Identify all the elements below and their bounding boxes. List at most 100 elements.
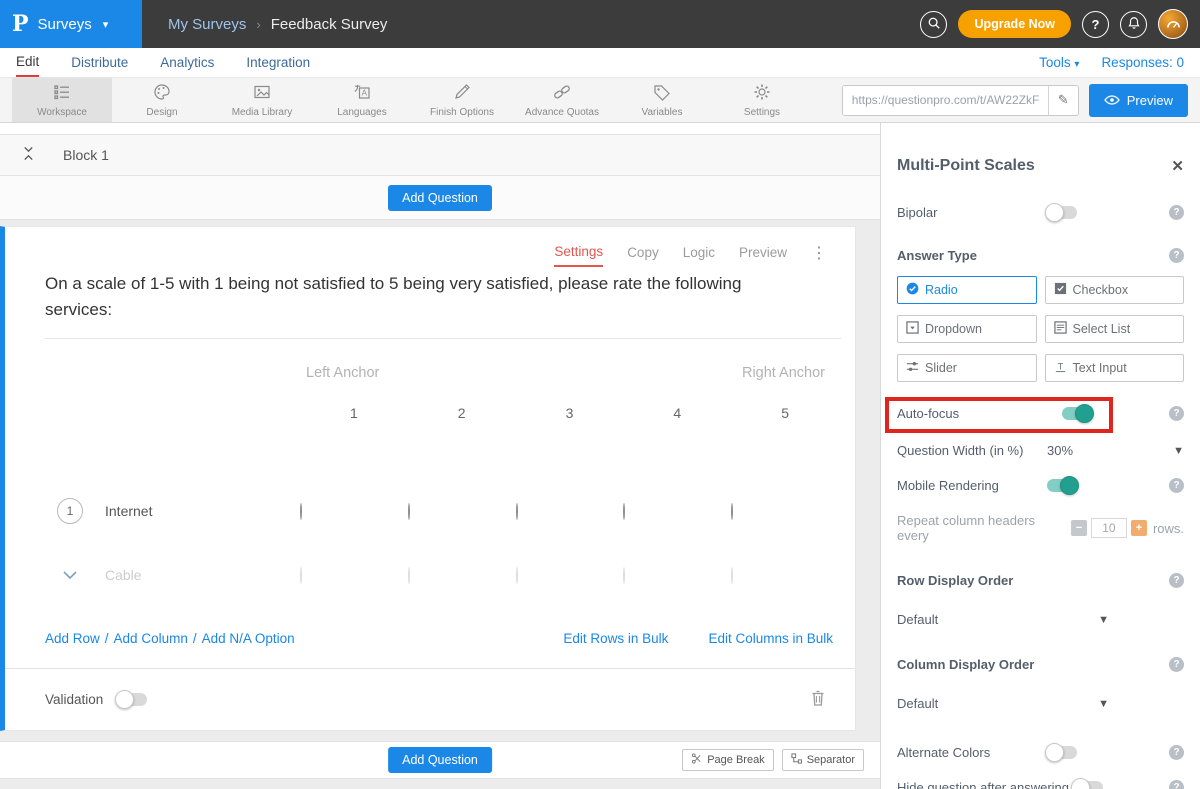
- answer-type-select-list[interactable]: Select List: [1045, 315, 1185, 343]
- answer-type-dropdown[interactable]: Dropdown: [897, 315, 1037, 343]
- upgrade-now-button[interactable]: Upgrade Now: [958, 10, 1071, 38]
- add-question-button-bottom[interactable]: Add Question: [388, 747, 492, 773]
- row-label[interactable]: Cable: [105, 567, 142, 583]
- row-label[interactable]: Internet: [105, 503, 152, 519]
- toolbar-item-workspace[interactable]: Workspace: [12, 78, 112, 122]
- trash-icon: [811, 690, 825, 709]
- question-tab-preview[interactable]: Preview: [739, 245, 787, 266]
- edit-columns-bulk-link[interactable]: Edit Columns in Bulk: [708, 631, 833, 646]
- mobile-rendering-toggle[interactable]: [1047, 479, 1077, 492]
- help-button[interactable]: ?: [1082, 11, 1109, 38]
- radio-option[interactable]: [516, 567, 518, 584]
- main-area: Block 1 Add Question Settings Copy Logic…: [0, 123, 1200, 789]
- toolbar-item-finish-options[interactable]: Finish Options: [412, 78, 512, 122]
- edit-url-button[interactable]: ✎: [1048, 86, 1078, 115]
- help-icon[interactable]: ?: [1169, 657, 1184, 672]
- row-display-order-select[interactable]: Default ▼: [897, 612, 1109, 627]
- preview-button[interactable]: Preview: [1089, 84, 1188, 117]
- toolbar-item-languages[interactable]: A Languages: [312, 78, 412, 122]
- add-question-button-top[interactable]: Add Question: [388, 185, 492, 211]
- toolbar-item-advance-quotas[interactable]: Advance Quotas: [512, 78, 612, 122]
- repeat-headers-input[interactable]: [1091, 518, 1127, 538]
- help-icon[interactable]: ?: [1169, 406, 1184, 421]
- toolbar-item-settings[interactable]: Settings: [712, 78, 812, 122]
- row-display-order-label: Row Display Order: [897, 573, 1013, 588]
- answer-type-checkbox[interactable]: Checkbox: [1045, 276, 1185, 304]
- answer-type-slider[interactable]: Slider: [897, 354, 1037, 382]
- toolbar-item-design[interactable]: Design: [112, 78, 212, 122]
- hide-question-toggle[interactable]: [1073, 781, 1103, 789]
- answer-type-label-text: Checkbox: [1073, 283, 1129, 297]
- chain-link-icon: [553, 83, 571, 104]
- row-expand-button[interactable]: [57, 571, 83, 579]
- help-icon[interactable]: ?: [1169, 573, 1184, 588]
- add-row-link[interactable]: Add Row: [45, 631, 100, 646]
- radio-option[interactable]: [516, 503, 518, 520]
- question-tab-copy[interactable]: Copy: [627, 245, 659, 266]
- app-logo-menu[interactable]: P Surveys ▾: [0, 0, 142, 48]
- delete-question-button[interactable]: [811, 690, 825, 709]
- answer-type-text-input[interactable]: T Text Input: [1045, 354, 1185, 382]
- radio-option[interactable]: [731, 503, 733, 520]
- avatar[interactable]: [1158, 9, 1188, 39]
- search-button[interactable]: [920, 11, 947, 38]
- bipolar-toggle[interactable]: [1047, 206, 1077, 219]
- survey-url-input[interactable]: [843, 86, 1048, 115]
- radio-option[interactable]: [408, 567, 410, 584]
- chevron-down-icon[interactable]: ▼: [1173, 445, 1184, 457]
- tab-integration[interactable]: Integration: [246, 48, 310, 77]
- add-column-link[interactable]: Add Column: [114, 631, 188, 646]
- question-menu-icon[interactable]: ⋮: [811, 243, 827, 267]
- question-divider: [45, 338, 841, 339]
- question-width-row[interactable]: Question Width (in %) 30% ▼: [897, 443, 1184, 458]
- hide-question-label: Hide question after answering: [897, 780, 1073, 789]
- radio-option[interactable]: [300, 567, 302, 584]
- question-tab-logic[interactable]: Logic: [683, 245, 715, 266]
- alternate-colors-toggle[interactable]: [1047, 746, 1077, 759]
- responses-count[interactable]: Responses: 0: [1101, 55, 1184, 70]
- question-tab-settings[interactable]: Settings: [554, 244, 603, 267]
- languages-icon: A: [353, 83, 371, 104]
- close-panel-icon[interactable]: ✕: [1171, 157, 1184, 175]
- page-break-button[interactable]: Page Break: [682, 749, 773, 771]
- help-icon[interactable]: ?: [1169, 745, 1184, 760]
- help-icon[interactable]: ?: [1169, 780, 1184, 789]
- separator-button[interactable]: Separator: [782, 749, 864, 771]
- svg-text:T: T: [1057, 361, 1063, 371]
- toolbar-item-media-library[interactable]: Media Library: [212, 78, 312, 122]
- column-header: 4: [623, 405, 731, 421]
- radio-option[interactable]: [623, 567, 625, 584]
- autofocus-toggle[interactable]: [1062, 407, 1092, 420]
- panel-title: Multi-Point Scales: [897, 157, 1035, 175]
- help-icon[interactable]: ?: [1169, 248, 1184, 263]
- radio-option[interactable]: [408, 503, 410, 520]
- help-icon[interactable]: ?: [1169, 478, 1184, 493]
- tab-analytics[interactable]: Analytics: [160, 48, 214, 77]
- column-display-order-select[interactable]: Default ▼: [897, 696, 1109, 711]
- radio-option[interactable]: [623, 503, 625, 520]
- stepper-minus-button[interactable]: −: [1071, 520, 1087, 536]
- validation-toggle[interactable]: [117, 693, 147, 706]
- validation-label: Validation: [45, 692, 103, 707]
- answer-type-label-text: Dropdown: [925, 322, 982, 336]
- collapse-block-button[interactable]: [22, 146, 35, 164]
- stepper-plus-button[interactable]: +: [1131, 520, 1147, 536]
- answer-type-radio[interactable]: Radio: [897, 276, 1037, 304]
- tools-menu[interactable]: Tools ▾: [1039, 55, 1079, 70]
- tab-distribute[interactable]: Distribute: [71, 48, 128, 77]
- notifications-button[interactable]: [1120, 11, 1147, 38]
- add-na-option-link[interactable]: Add N/A Option: [202, 631, 295, 646]
- radio-option[interactable]: [300, 503, 302, 520]
- edit-rows-bulk-link[interactable]: Edit Rows in Bulk: [563, 631, 668, 646]
- radio-option[interactable]: [731, 567, 733, 584]
- tab-edit[interactable]: Edit: [16, 48, 39, 77]
- column-display-order-row: Column Display Order ?: [897, 657, 1184, 672]
- answer-type-label-text: Select List: [1073, 322, 1131, 336]
- question-width-value[interactable]: 30%: [1047, 443, 1073, 458]
- help-icon[interactable]: ?: [1169, 205, 1184, 220]
- toolbar-item-variables[interactable]: Variables: [612, 78, 712, 122]
- block-header: Block 1: [0, 134, 880, 176]
- topbar: P Surveys ▾ My Surveys › Feedback Survey…: [0, 0, 1200, 48]
- breadcrumb-my-surveys[interactable]: My Surveys: [168, 16, 246, 33]
- question-text[interactable]: On a scale of 1-5 with 1 being not satis…: [5, 267, 855, 338]
